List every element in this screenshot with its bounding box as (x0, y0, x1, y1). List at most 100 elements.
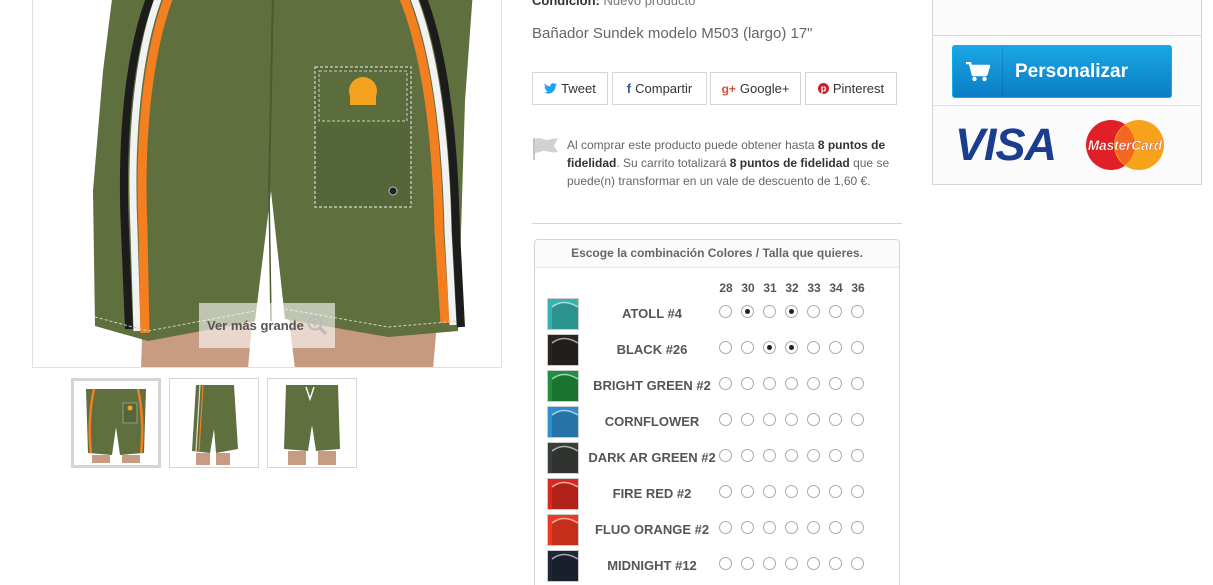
size-radio-33[interactable] (807, 485, 820, 498)
facebook-share-label: Compartir (635, 81, 693, 96)
view-larger-button[interactable]: Ver más grande (199, 303, 335, 348)
size-radio-31[interactable] (763, 413, 776, 426)
color-name: ATOLL #4 (622, 306, 682, 321)
color-name: DARK AR GREEN #2 (588, 450, 716, 465)
size-radio-30[interactable] (741, 341, 754, 354)
combination-row: CORNFLOWER (535, 406, 899, 440)
size-radio-36[interactable] (851, 377, 864, 390)
size-radio-31[interactable] (763, 557, 776, 570)
size-radio-34[interactable] (829, 377, 842, 390)
size-radio-31[interactable] (763, 305, 776, 318)
size-radio-30[interactable] (741, 485, 754, 498)
size-radio-33[interactable] (807, 557, 820, 570)
size-radio-33[interactable] (807, 341, 820, 354)
size-radio-33[interactable] (807, 377, 820, 390)
thumbnail-front[interactable] (267, 378, 357, 468)
facebook-share-button[interactable]: f Compartir (612, 72, 707, 105)
size-radio-28[interactable] (719, 485, 732, 498)
size-radio-32[interactable] (785, 305, 798, 318)
size-radio-31[interactable] (763, 377, 776, 390)
size-radio-31[interactable] (763, 485, 776, 498)
tweet-label: Tweet (561, 81, 596, 96)
color-name: MIDNIGHT #12 (607, 558, 697, 573)
size-header-28: 28 (719, 281, 733, 295)
product-condition: Condición: Nuevo producto (532, 0, 695, 8)
tweet-button[interactable]: Tweet (532, 72, 608, 105)
size-radio-31[interactable] (763, 341, 776, 354)
size-radio-32[interactable] (785, 521, 798, 534)
size-radio-34[interactable] (829, 521, 842, 534)
size-radio-30[interactable] (741, 449, 754, 462)
size-radio-34[interactable] (829, 557, 842, 570)
size-radio-32[interactable] (785, 557, 798, 570)
shorts-side-thumbnail (170, 379, 258, 467)
condition-value: Nuevo producto (603, 0, 696, 8)
size-radio-28[interactable] (719, 413, 732, 426)
thumbnail-side[interactable] (169, 378, 259, 468)
customize-button[interactable]: Personalizar (952, 45, 1172, 98)
size-radio-34[interactable] (829, 449, 842, 462)
size-radio-36[interactable] (851, 413, 864, 426)
size-radio-34[interactable] (829, 305, 842, 318)
size-radio-28[interactable] (719, 521, 732, 534)
size-radio-33[interactable] (807, 305, 820, 318)
size-radio-31[interactable] (763, 449, 776, 462)
combination-row: DARK AR GREEN #2 (535, 442, 899, 476)
loyalty-text: Al comprar este producto puede obtener h… (567, 138, 890, 188)
size-radio-28[interactable] (719, 557, 732, 570)
size-radio-28[interactable] (719, 341, 732, 354)
size-header-31: 31 (763, 281, 777, 295)
thumbnail-back[interactable] (71, 378, 161, 468)
size-radio-34[interactable] (829, 341, 842, 354)
combination-title: Escoge la combinación Colores / Talla qu… (535, 240, 899, 268)
size-radio-32[interactable] (785, 341, 798, 354)
size-radio-32[interactable] (785, 377, 798, 390)
size-header-33: 33 (807, 281, 821, 295)
size-radio-30[interactable] (741, 521, 754, 534)
pinterest-button[interactable]: p Pinterest (805, 72, 897, 105)
size-radio-31[interactable] (763, 521, 776, 534)
size-radio-36[interactable] (851, 449, 864, 462)
size-radio-30[interactable] (741, 305, 754, 318)
size-radio-36[interactable] (851, 305, 864, 318)
product-short-description: Bañador Sundek modelo M503 (largo) 17" (532, 25, 813, 42)
mastercard-logo: MasterCard (1086, 120, 1164, 170)
size-radio-28[interactable] (719, 377, 732, 390)
size-radio-36[interactable] (851, 485, 864, 498)
mastercard-label: MasterCard (1088, 138, 1163, 153)
size-radio-30[interactable] (741, 413, 754, 426)
combination-row: FIRE RED #2 (535, 478, 899, 512)
combination-row: FLUO ORANGE #2 (535, 514, 899, 548)
size-radio-33[interactable] (807, 413, 820, 426)
color-swatch (547, 478, 579, 510)
size-radio-32[interactable] (785, 413, 798, 426)
color-name: FIRE RED #2 (612, 486, 692, 501)
size-radio-28[interactable] (719, 449, 732, 462)
view-larger-label: Ver más grande (207, 318, 304, 333)
size-radio-28[interactable] (719, 305, 732, 318)
size-radio-36[interactable] (851, 341, 864, 354)
cart-icon-wrap (953, 46, 1003, 97)
facebook-icon: f (626, 81, 632, 96)
combination-row: BLACK #26 (535, 334, 899, 368)
size-radio-33[interactable] (807, 449, 820, 462)
color-swatch (547, 514, 579, 546)
pinterest-label: Pinterest (832, 81, 885, 96)
right-sidebar-box: Personalizar VISA MasterCard (932, 0, 1202, 185)
size-radio-32[interactable] (785, 449, 798, 462)
size-radio-36[interactable] (851, 557, 864, 570)
color-swatch (547, 406, 579, 438)
size-radio-33[interactable] (807, 521, 820, 534)
size-radio-36[interactable] (851, 521, 864, 534)
size-radio-34[interactable] (829, 413, 842, 426)
google-plus-button[interactable]: g+ Google+ (710, 72, 801, 105)
size-radio-32[interactable] (785, 485, 798, 498)
size-header-34: 34 (829, 281, 843, 295)
color-name: BRIGHT GREEN #2 (593, 378, 711, 393)
product-main-image[interactable]: Ver más grande (32, 0, 502, 368)
color-swatch (547, 370, 579, 402)
size-radio-30[interactable] (741, 557, 754, 570)
size-radio-34[interactable] (829, 485, 842, 498)
size-radio-30[interactable] (741, 377, 754, 390)
shorts-front-thumbnail (268, 379, 356, 467)
